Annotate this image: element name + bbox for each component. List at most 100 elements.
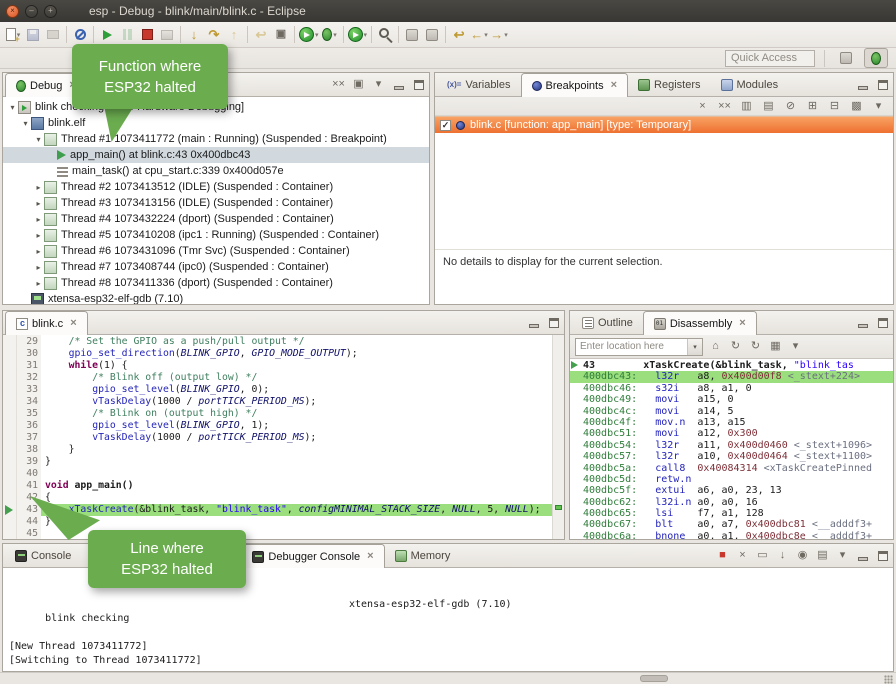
- maximize-view-button[interactable]: [876, 548, 889, 564]
- resize-grip[interactable]: [884, 675, 893, 684]
- remove-all-button[interactable]: ××: [718, 98, 731, 114]
- tab-debugger-console[interactable]: Debugger Console×: [241, 544, 384, 568]
- tab-console[interactable]: Console: [5, 544, 81, 567]
- location-input[interactable]: [576, 341, 687, 352]
- run-button[interactable]: ▾: [298, 24, 320, 46]
- disconnect-button[interactable]: [157, 24, 177, 46]
- debug-tree-item[interactable]: ▸Thread #3 1073413156 (IDLE) (Suspended …: [3, 195, 429, 211]
- collapse-all-button[interactable]: ⊟: [828, 98, 841, 114]
- scrollbar-thumb[interactable]: [640, 675, 668, 682]
- maximize-view-button[interactable]: [876, 77, 889, 93]
- collapse-arrow-icon[interactable]: ▾: [20, 119, 31, 128]
- instruction-stepping-mode-button[interactable]: ▣: [352, 77, 365, 93]
- collapse-arrow-icon[interactable]: ▾: [33, 135, 44, 144]
- overview-ruler[interactable]: [552, 335, 564, 539]
- tab-registers[interactable]: Registers: [628, 73, 710, 96]
- save-button[interactable]: [23, 24, 43, 46]
- open-resource-button[interactable]: [422, 24, 442, 46]
- horizontal-scrollbar[interactable]: [0, 672, 896, 684]
- collapse-arrow-icon[interactable]: ▾: [7, 103, 18, 112]
- code-area[interactable]: /* Set the GPIO as a push/pull output */…: [41, 335, 552, 539]
- step-into-button[interactable]: ↓: [184, 24, 204, 46]
- last-edit-location-button[interactable]: ↩: [449, 24, 469, 46]
- quick-access-field[interactable]: Quick Access: [725, 50, 815, 67]
- view-menu-button[interactable]: ▾: [872, 98, 885, 114]
- print-button[interactable]: [43, 24, 63, 46]
- tab-variables[interactable]: (x)=Variables: [437, 73, 521, 96]
- tab-memory[interactable]: Memory: [385, 544, 461, 567]
- close-tab-button[interactable]: ×: [70, 318, 76, 329]
- debug-tree-item[interactable]: app_main() at blink.c:43 0x400dbc43: [3, 147, 429, 163]
- debug-tree-item[interactable]: ▾blink.elf: [3, 115, 429, 131]
- expand-arrow-icon[interactable]: ▸: [33, 215, 44, 224]
- annotation-ruler[interactable]: [3, 335, 17, 539]
- maximize-view-button[interactable]: [412, 77, 425, 93]
- skip-all-breakpoints-button[interactable]: [70, 24, 90, 46]
- clear-console-button[interactable]: ▭: [756, 548, 769, 564]
- close-tab-button[interactable]: ×: [739, 318, 745, 329]
- maximize-view-button[interactable]: [876, 315, 889, 331]
- debug-tree-item[interactable]: ▸Thread #7 1073408744 (ipc0) (Suspended …: [3, 259, 429, 275]
- debug-perspective-button[interactable]: [864, 48, 888, 68]
- debug-button[interactable]: ▾: [320, 24, 340, 46]
- instruction-stepping-button[interactable]: ▣: [271, 24, 291, 46]
- debug-tree-item[interactable]: xtensa-esp32-elf-gdb (7.10): [3, 291, 429, 304]
- view-menu-button[interactable]: ▾: [789, 339, 802, 355]
- minimize-view-button[interactable]: [856, 548, 869, 564]
- remove-selected-button[interactable]: ×: [696, 98, 709, 114]
- minimize-view-button[interactable]: [392, 77, 405, 93]
- go-to-file-button[interactable]: ▤: [762, 98, 775, 114]
- remove-launch-button[interactable]: ×: [736, 548, 749, 564]
- terminate-button[interactable]: [137, 24, 157, 46]
- disassembly-listing[interactable]: 43 xTaskCreate(&blink_task, "blink_tas40…: [570, 359, 893, 539]
- expand-arrow-icon[interactable]: ▸: [33, 199, 44, 208]
- drop-to-frame-button[interactable]: ↩: [251, 24, 271, 46]
- scroll-lock-button[interactable]: ↓: [776, 548, 789, 564]
- expand-arrow-icon[interactable]: ▸: [33, 279, 44, 288]
- pin-console-button[interactable]: ◉: [796, 548, 809, 564]
- refresh-button[interactable]: ↻: [729, 339, 742, 355]
- combo-dropdown-icon[interactable]: ▾: [687, 339, 702, 355]
- debug-tree-item[interactable]: ▸Thread #5 1073410208 (ipc1 : Running) (…: [3, 227, 429, 243]
- view-menu-button[interactable]: ▾: [836, 548, 849, 564]
- tab-outline[interactable]: Outline: [572, 311, 643, 334]
- terminate-button[interactable]: ■: [716, 548, 729, 564]
- suspend-button[interactable]: [117, 24, 137, 46]
- step-over-button[interactable]: ↷: [204, 24, 224, 46]
- debug-tree-item[interactable]: ▸Thread #8 1073411336 (dport) (Suspended…: [3, 275, 429, 291]
- minimize-button[interactable]: –: [25, 5, 38, 18]
- close-tab-button[interactable]: ×: [611, 80, 617, 91]
- location-combo[interactable]: ▾: [575, 338, 703, 356]
- back-button[interactable]: ←▾: [469, 24, 489, 46]
- debug-tree-item[interactable]: ▸Thread #4 1073432224 (dport) (Suspended…: [3, 211, 429, 227]
- close-tab-button[interactable]: ×: [367, 551, 373, 562]
- forward-button[interactable]: →▾: [489, 24, 509, 46]
- expand-arrow-icon[interactable]: ▸: [33, 263, 44, 272]
- skip-all-breakpoints-button[interactable]: ⊘: [784, 98, 797, 114]
- maximize-button[interactable]: +: [44, 5, 57, 18]
- tab-blink-c[interactable]: blink.c×: [5, 311, 88, 335]
- open-element-button[interactable]: [402, 24, 422, 46]
- resume-button[interactable]: [97, 24, 117, 46]
- home-button[interactable]: ⌂: [709, 339, 722, 355]
- external-tools-button[interactable]: ▾: [347, 24, 369, 46]
- debug-tree-item[interactable]: ▸Thread #2 1073413512 (IDLE) (Suspended …: [3, 179, 429, 195]
- expand-arrow-icon[interactable]: ▸: [33, 231, 44, 240]
- step-return-button[interactable]: ↑: [224, 24, 244, 46]
- close-button[interactable]: ×: [6, 5, 19, 18]
- link-with-debug-view-button[interactable]: ▩: [850, 98, 863, 114]
- sync-selection-button[interactable]: ↻: [749, 339, 762, 355]
- expand-arrow-icon[interactable]: ▸: [33, 247, 44, 256]
- debug-tree-item[interactable]: main_task() at cpu_start.c:339 0x400d057…: [3, 163, 429, 179]
- remove-all-terminated-button[interactable]: ××: [332, 77, 345, 93]
- minimize-view-button[interactable]: [856, 77, 869, 93]
- tab-disassembly[interactable]: Disassembly×: [643, 311, 757, 335]
- open-perspective-button[interactable]: [834, 48, 858, 68]
- debug-tree-item[interactable]: ▸Thread #6 1073431096 (Tmr Svc) (Suspend…: [3, 243, 429, 259]
- expand-arrow-icon[interactable]: ▸: [33, 183, 44, 192]
- breakpoint-row[interactable]: ✓ blink.c [function: app_main] [type: Te…: [435, 116, 893, 133]
- expand-all-button[interactable]: ⊞: [806, 98, 819, 114]
- breakpoint-checkbox[interactable]: ✓: [440, 120, 451, 131]
- minimize-view-button[interactable]: [856, 315, 869, 331]
- search-button[interactable]: [375, 24, 395, 46]
